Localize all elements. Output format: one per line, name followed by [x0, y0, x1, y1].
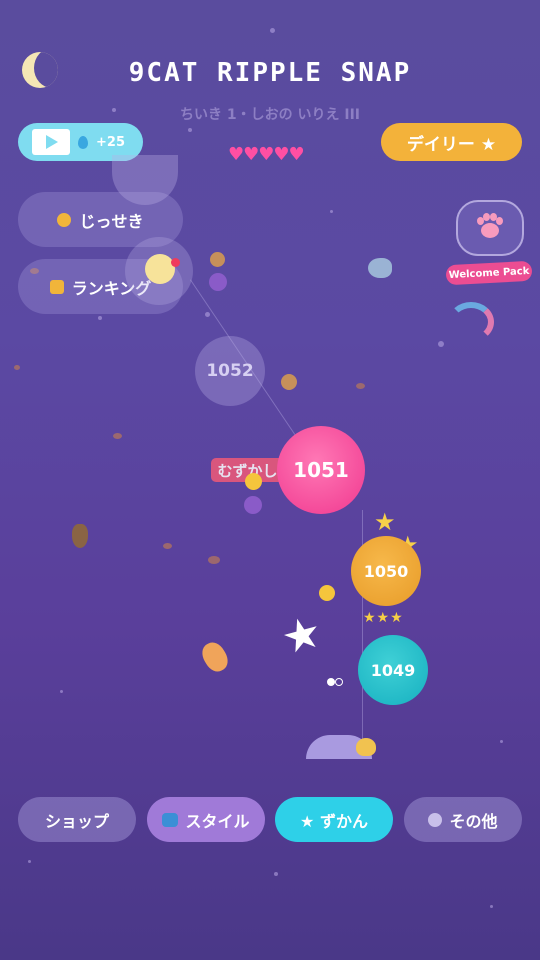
orange-bubble [281, 374, 297, 390]
bottom-nav: ショップ スタイル ★ ずかん その他 [0, 797, 540, 843]
white-bubble [335, 678, 343, 686]
film-icon [32, 129, 70, 155]
yellow-bubble [145, 254, 175, 284]
wave-icon [162, 812, 179, 827]
fish-icon [368, 258, 392, 278]
level-ball[interactable]: 1052 [195, 336, 265, 406]
big-star-icon: ★ [276, 605, 328, 666]
bottle-icon [72, 524, 88, 548]
rainbow-icon [448, 302, 494, 342]
tab-shop[interactable]: ショップ [18, 797, 136, 842]
tab-style[interactable]: スタイル [147, 797, 265, 842]
achievements-label: じっせき [79, 211, 144, 231]
level-star-rating: ★★★ [363, 610, 404, 626]
star-icon: ★ [374, 508, 396, 536]
tab-other[interactable]: その他 [404, 797, 522, 842]
welcome-pack-label: Welcome Pack [445, 260, 533, 286]
orange-bubble [210, 252, 225, 267]
level-ball[interactable]: 1049 [358, 635, 428, 705]
purple-bubble [244, 496, 262, 514]
tab-zukan[interactable]: ★ ずかん [275, 797, 393, 842]
tab-zukan-label: ★ ずかん [300, 811, 368, 831]
level-ball-current[interactable]: 1051 [277, 426, 365, 514]
purple-bubble [209, 273, 227, 291]
paw-icon [477, 213, 503, 241]
level-ball[interactable]: 1050 [351, 536, 421, 606]
medal-icon [57, 212, 72, 227]
tab-other-label: その他 [449, 811, 498, 831]
yellow-bubble [319, 585, 335, 601]
video-reward-amount: +25 [96, 134, 125, 150]
white-bubble [327, 678, 335, 686]
mouse-icon [356, 738, 376, 756]
daily-button[interactable]: デイリー ★ [381, 123, 522, 161]
game-title: 9CAT RIPPLE SNAP [128, 58, 412, 88]
trophy-icon [49, 279, 64, 294]
tab-style-label: スタイル [185, 811, 250, 831]
notification-dot [171, 258, 180, 267]
gear-icon [428, 812, 443, 827]
tab-shop-label: ショップ [44, 811, 109, 831]
area-subtitle: ちいき 1・しおの いりえ III [180, 107, 360, 123]
rocket-icon [197, 638, 233, 676]
yellow-bubble [245, 473, 262, 490]
drop-icon [78, 135, 88, 149]
lives-hearts: ♥♥♥♥♥ [228, 144, 305, 165]
